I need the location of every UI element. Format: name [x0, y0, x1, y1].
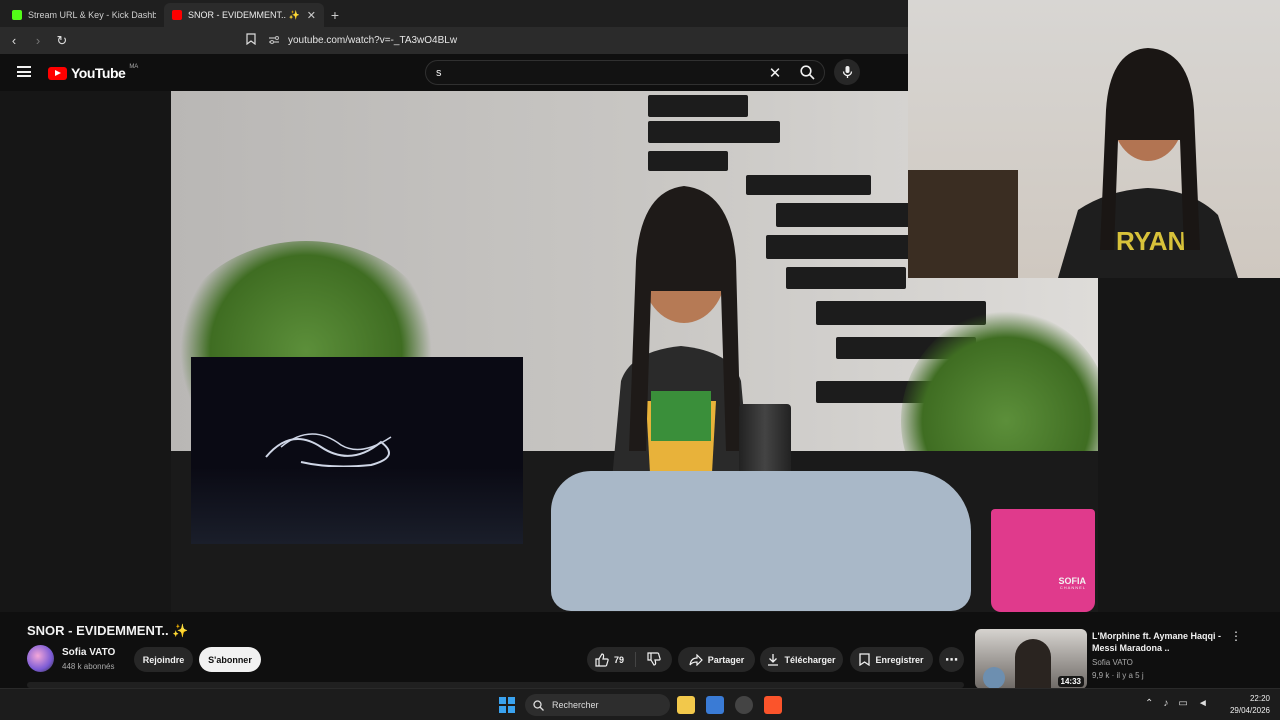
search-box: ✕ — [425, 60, 825, 85]
like-button[interactable]: 79 — [595, 652, 625, 667]
clear-search-icon[interactable]: ✕ — [760, 64, 790, 82]
webcam-shelf — [908, 170, 1018, 278]
microphone-icon — [842, 66, 852, 78]
taskbar: Rechercher ⌃ ♪ ▭ ◄ 22:20 29/04/2026 — [0, 688, 1280, 720]
youtube-play-icon — [48, 66, 67, 80]
obs-icon[interactable] — [735, 696, 753, 714]
recommendation-thumbnail[interactable]: 14:33 — [975, 629, 1087, 689]
tab-youtube-video[interactable]: SNOR - EVIDEMMENT.. ✨ - YouTube ✕ — [164, 3, 324, 27]
video-info: SNOR - EVIDEMMENT.. ✨ Sofia VATO 448 k a… — [0, 612, 1280, 689]
search-icon — [799, 65, 815, 80]
save-icon — [859, 653, 871, 666]
like-divider — [635, 652, 637, 667]
more-actions-button[interactable]: ⋯ — [939, 647, 964, 672]
recommendation-menu-icon[interactable]: ⋮ — [1230, 629, 1242, 643]
recommendation-channel[interactable]: Sofia VATO — [1092, 658, 1133, 667]
svg-text:RYAN: RYAN — [1116, 226, 1186, 256]
tab-title: Stream URL & Key - Kick Dashboard — [28, 10, 156, 20]
subscriber-count: 448 k abonnés — [62, 662, 115, 671]
recommendation-title[interactable]: L'Morphine ft. Aymane Haqqi - Messi Mara… — [1092, 630, 1227, 654]
network-icon[interactable]: ▭ — [1178, 698, 1187, 709]
tab-kick-dashboard[interactable]: Stream URL & Key - Kick Dashboard — [4, 3, 164, 27]
share-label: Partager — [707, 654, 745, 665]
join-button[interactable]: Rejoindre — [134, 647, 193, 672]
site-info-icon[interactable] — [268, 35, 280, 47]
share-icon — [689, 653, 703, 666]
menu-icon[interactable] — [17, 66, 31, 77]
streamer-figure: RYAN — [1018, 20, 1258, 278]
channel-name[interactable]: Sofia VATO — [62, 647, 115, 658]
microphone-tray-icon[interactable]: ♪ — [1163, 698, 1168, 709]
clock-time: 22:20 — [1249, 694, 1270, 703]
url-text: youtube.com/watch?v=-_TA3wO4BLw — [288, 35, 458, 46]
pink-pot — [991, 509, 1095, 612]
download-button[interactable]: Télécharger — [760, 647, 843, 672]
system-tray: ⌃ ♪ ▭ ◄ — [1145, 698, 1208, 709]
channel-avatar[interactable] — [27, 645, 54, 672]
toy-car — [551, 471, 971, 611]
youtube-icon — [172, 10, 182, 20]
video-title: SNOR - EVIDEMMENT.. ✨ — [27, 623, 189, 638]
youtube-header: YouTube MA ✕ — [0, 54, 910, 91]
thumbs-up-icon — [595, 652, 609, 667]
download-icon — [768, 654, 779, 666]
like-dislike-group: 79 — [587, 647, 672, 672]
system-clock[interactable]: 22:20 29/04/2026 — [1224, 693, 1270, 717]
recommendation-meta: 9,9 k · il y a 5 j — [1092, 671, 1144, 680]
upload-age: il y a 5 j — [1116, 671, 1144, 680]
dislike-button[interactable] — [647, 651, 661, 668]
bookmark-icon[interactable] — [246, 33, 260, 48]
store-icon[interactable] — [706, 696, 724, 714]
back-icon[interactable]: ‹ — [4, 33, 24, 48]
channel-watermark: SOFIA CHANNEL — [1058, 577, 1086, 590]
search-icon — [533, 699, 544, 711]
search-input[interactable] — [426, 66, 760, 79]
volume-icon[interactable]: ◄ — [1198, 698, 1208, 709]
brave-browser-icon[interactable] — [764, 696, 782, 714]
file-explorer-icon[interactable] — [677, 696, 695, 714]
subscribe-button[interactable]: S'abonner — [199, 647, 261, 672]
watermark-subtext: CHANNEL — [1059, 585, 1086, 590]
share-button[interactable]: Partager — [678, 647, 755, 672]
region-code: MA — [129, 64, 139, 70]
more-icon: ⋯ — [945, 651, 958, 667]
forward-icon[interactable]: › — [28, 33, 48, 48]
like-count: 79 — [614, 654, 625, 665]
thumbs-down-icon — [647, 651, 661, 666]
embedded-video-inset — [191, 357, 523, 544]
save-button[interactable]: Enregistrer — [850, 647, 933, 672]
download-label: Télécharger — [784, 654, 836, 665]
close-tab-icon[interactable]: ✕ — [307, 9, 316, 22]
screen: Stream URL & Key - Kick Dashboard SNOR -… — [0, 0, 1280, 720]
video-duration: 14:33 — [1057, 676, 1084, 687]
taskbar-search[interactable]: Rechercher — [525, 694, 670, 716]
reload-icon[interactable]: ↻ — [52, 33, 72, 49]
voice-search-button[interactable] — [834, 59, 860, 85]
kick-icon — [12, 10, 22, 20]
windows-start-icon[interactable] — [499, 697, 515, 713]
chevron-up-icon[interactable]: ⌃ — [1145, 698, 1153, 709]
youtube-wordmark: YouTube — [71, 65, 126, 81]
view-count: 9,9 k — [1092, 671, 1110, 680]
search-button[interactable] — [790, 60, 824, 85]
new-tab-button[interactable]: + — [324, 3, 346, 27]
youtube-logo[interactable]: YouTube MA — [48, 64, 139, 81]
taskbar-search-label: Rechercher — [552, 700, 599, 710]
clock-date: 29/04/2026 — [1229, 706, 1270, 715]
webcam-overlay: RYAN — [908, 0, 1280, 278]
url-field[interactable]: youtube.com/watch?v=-_TA3wO4BLw — [246, 31, 906, 50]
tab-title: SNOR - EVIDEMMENT.. ✨ - YouTube — [188, 9, 301, 20]
save-label: Enregistrer — [875, 654, 924, 665]
